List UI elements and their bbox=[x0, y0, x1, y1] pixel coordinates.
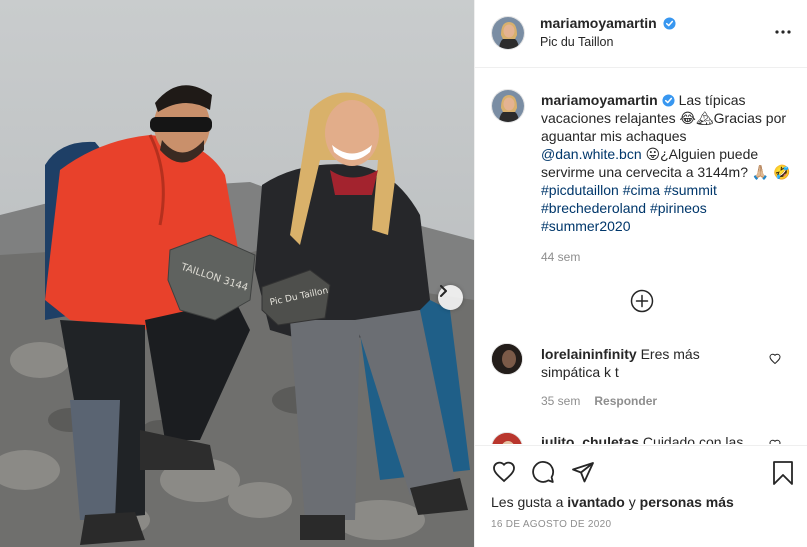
verified-badge-icon bbox=[663, 17, 676, 30]
author-username-row: mariamoyamartin bbox=[540, 15, 676, 33]
like-button[interactable] bbox=[491, 460, 517, 489]
caption-username[interactable]: mariamoyamartin bbox=[541, 92, 658, 108]
author-avatar[interactable] bbox=[491, 16, 525, 50]
plus-circle-icon bbox=[630, 289, 654, 313]
chevron-right-icon bbox=[440, 285, 447, 297]
post-location[interactable]: Pic du Taillon bbox=[540, 35, 613, 49]
comment-meta: 35 sem Responder bbox=[541, 394, 657, 408]
comment-bubble-icon bbox=[532, 461, 554, 483]
comment-body: Cuidado con las bbox=[642, 434, 744, 444]
hashtag-link[interactable]: #picdutaillon bbox=[541, 182, 619, 198]
comment-button[interactable] bbox=[531, 460, 555, 489]
commenter-avatar[interactable] bbox=[491, 343, 523, 375]
post-photo[interactable]: TAILLON 3144 Pic Du Taillon bbox=[0, 0, 474, 547]
comment-timestamp[interactable]: 35 sem bbox=[541, 394, 580, 408]
avatar-image bbox=[492, 17, 524, 49]
post-date[interactable]: 16 de agosto de 2020 bbox=[491, 519, 611, 530]
more-dots-icon bbox=[775, 30, 791, 34]
hashtag-link[interactable]: #brechederoland bbox=[541, 200, 646, 216]
post-actions: Les gusta a ivantado y personas más 16 d… bbox=[475, 445, 807, 547]
likes-user[interactable]: ivantado bbox=[567, 494, 625, 510]
paper-plane-icon bbox=[572, 462, 594, 483]
comment-text-row: julito_chuletas Cuidado con las bbox=[541, 433, 761, 444]
heart-icon bbox=[769, 439, 781, 444]
hashtag-link[interactable]: #cima bbox=[623, 182, 660, 198]
next-photo-button[interactable] bbox=[438, 285, 463, 310]
summit-photo-illustration: TAILLON 3144 Pic Du Taillon bbox=[0, 0, 474, 547]
caption-mention[interactable]: @dan.white.bcn bbox=[541, 146, 642, 162]
hashtag-link[interactable]: #summer2020 bbox=[541, 218, 631, 234]
more-options-button[interactable] bbox=[772, 22, 794, 42]
verified-badge-icon bbox=[662, 94, 675, 107]
comments-section[interactable]: mariamoyamartin Las típicas vacaciones r… bbox=[475, 69, 807, 444]
heart-icon bbox=[769, 353, 781, 365]
likes-others[interactable]: personas más bbox=[640, 494, 734, 510]
share-button[interactable] bbox=[571, 460, 595, 489]
likes-middle: y bbox=[624, 494, 640, 510]
caption-text-part-3: 🤣 bbox=[773, 164, 791, 180]
hashtag-link[interactable]: #summit bbox=[664, 182, 717, 198]
caption-timestamp[interactable]: 44 sem bbox=[541, 250, 580, 264]
commenter-avatar[interactable] bbox=[491, 432, 523, 444]
avatar-image bbox=[492, 90, 524, 122]
comment-username[interactable]: lorelaininfinity bbox=[541, 346, 637, 362]
caption-author-avatar[interactable] bbox=[491, 89, 525, 123]
comment-like-button[interactable] bbox=[769, 352, 781, 370]
likes-summary: Les gusta a ivantado y personas más bbox=[491, 494, 734, 510]
comment-username[interactable]: julito_chuletas bbox=[541, 434, 639, 444]
save-button[interactable] bbox=[772, 460, 794, 491]
comment-text-row: lorelaininfinity Eres más simpática k t bbox=[541, 345, 761, 381]
heart-icon bbox=[493, 461, 515, 483]
comment-like-button[interactable] bbox=[769, 438, 781, 444]
bookmark-icon bbox=[773, 461, 793, 485]
post-side-panel: mariamoyamartin Pic du Taillon mariamoya… bbox=[474, 0, 807, 547]
reply-button[interactable]: Responder bbox=[594, 394, 657, 408]
avatar-image bbox=[492, 344, 522, 374]
post-caption: mariamoyamartin Las típicas vacaciones r… bbox=[541, 91, 791, 235]
likes-prefix: Les gusta a bbox=[491, 494, 568, 510]
hashtag-link[interactable]: #pirineos bbox=[650, 200, 707, 216]
post-header: mariamoyamartin Pic du Taillon bbox=[475, 0, 807, 68]
load-more-comments-button[interactable] bbox=[630, 289, 654, 313]
author-username[interactable]: mariamoyamartin bbox=[540, 15, 657, 31]
avatar-image bbox=[492, 433, 522, 444]
